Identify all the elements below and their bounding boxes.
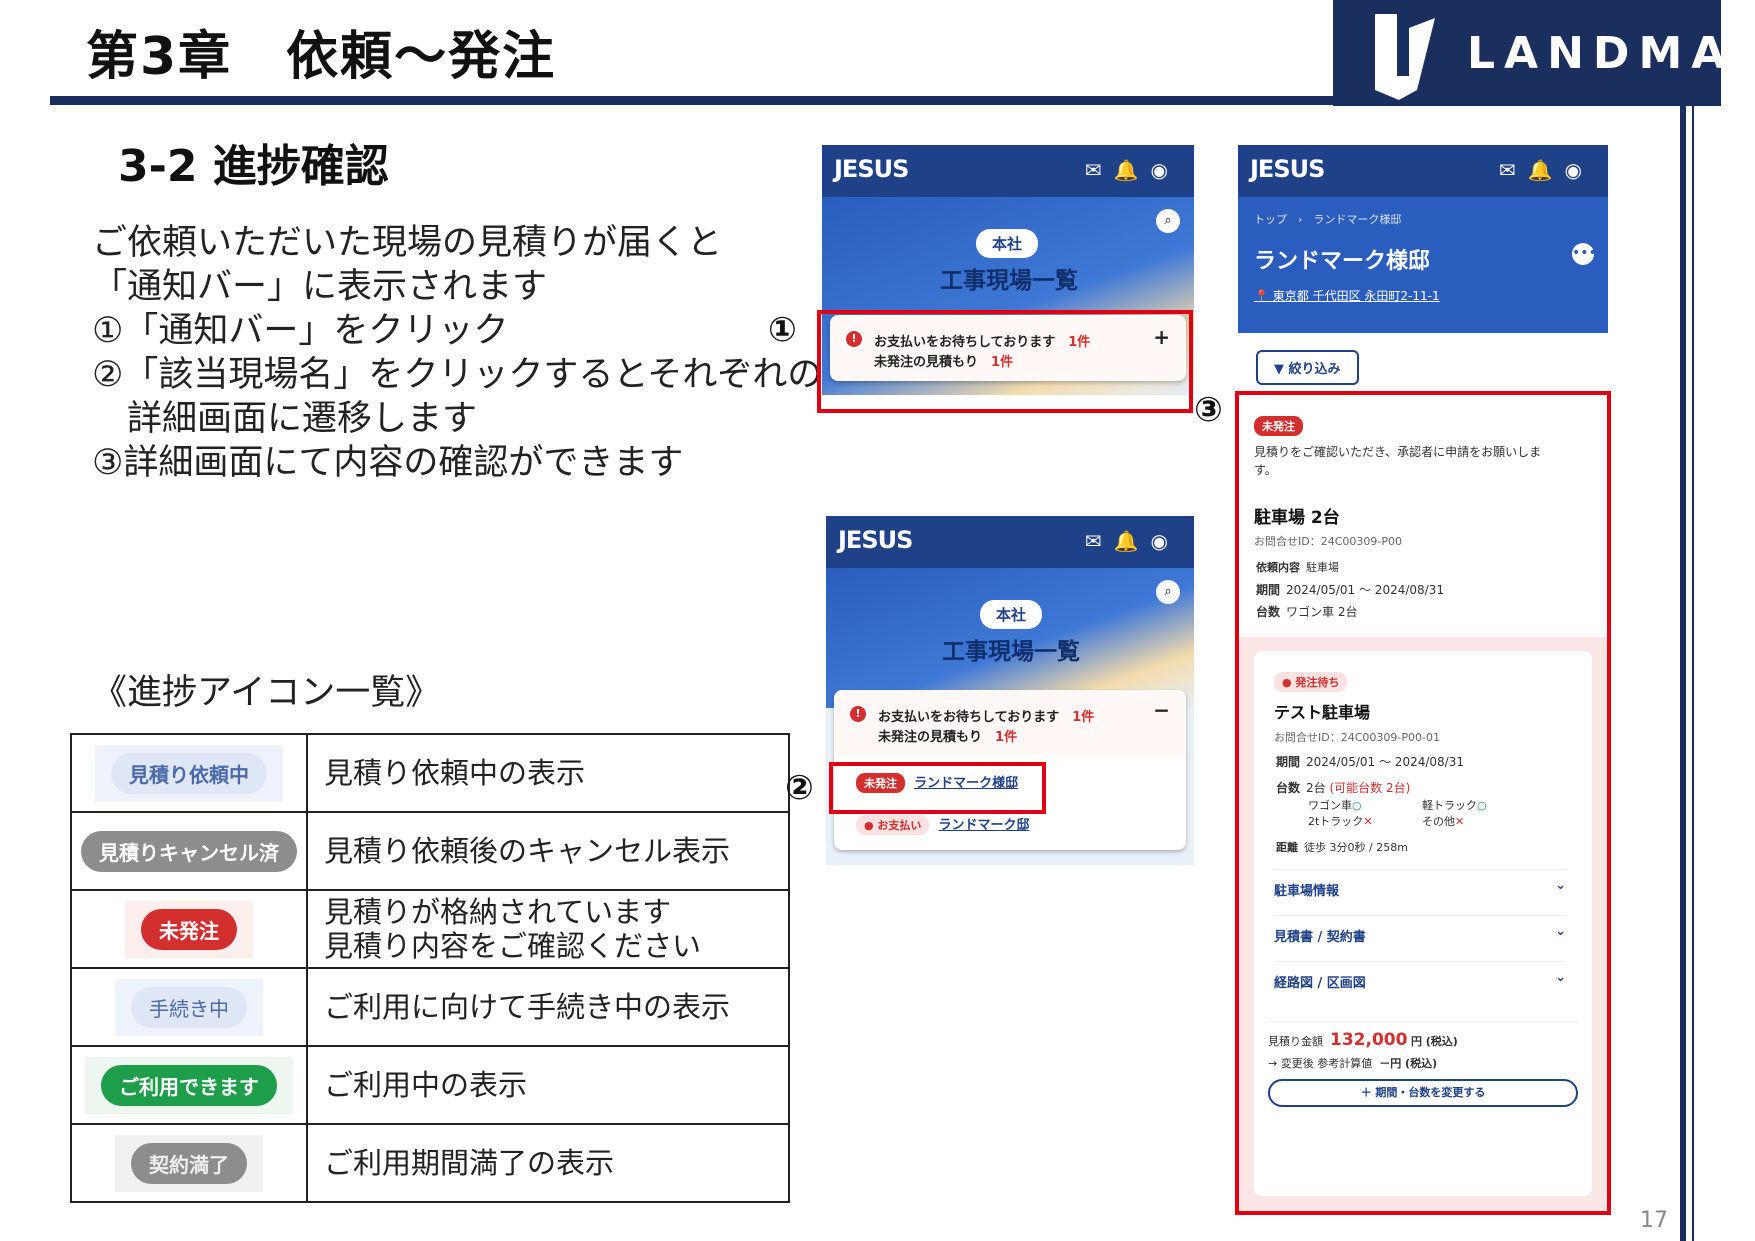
progress-icon-table: 見積り依頼中 見積り依頼中の表示 見積りキャンセル済 見積り依頼後のキャンセル表…	[70, 733, 790, 1203]
landmark-logo: LANDMARK	[1333, 0, 1755, 106]
desc-cell: 見積り依頼中の表示	[306, 733, 790, 813]
detail-header: トップ › ランドマーク様邸 ランドマーク様邸 ••• 📍 東京都 千代田区 永…	[1238, 197, 1608, 333]
status-badge: ご利用できます	[101, 1064, 277, 1106]
table-row: 契約満了 ご利用期間満了の表示	[70, 1123, 790, 1203]
bell-icon[interactable]: 🔔	[1528, 158, 1565, 182]
status-badge: 見積りキャンセル済	[81, 830, 297, 872]
status-badge: ● お支払い	[856, 815, 930, 835]
table-row: ご利用できます ご利用中の表示	[70, 1045, 790, 1125]
mail-icon[interactable]: ✉	[1085, 158, 1114, 182]
step-label-3: ③	[1194, 390, 1223, 430]
icon-cell: 見積りキャンセル済	[70, 811, 308, 891]
app-logo: JESUS	[1250, 155, 1325, 183]
table-row: 手続き中 ご利用に向けて手続き中の表示	[70, 967, 790, 1047]
table-row: 見積り依頼中 見積り依頼中の表示	[70, 733, 790, 813]
more-icon[interactable]: •••	[1572, 243, 1597, 265]
icon-cell: 見積り依頼中	[70, 733, 308, 813]
alert-icon: !	[850, 706, 866, 722]
address-link[interactable]: 📍 東京都 千代田区 永田町2-11-1	[1254, 287, 1440, 304]
highlight-step-1	[817, 310, 1193, 413]
breadcrumb: トップ › ランドマーク様邸	[1254, 213, 1402, 226]
app-bar-icons: ✉🔔◉	[1085, 529, 1180, 553]
app-bar: JESUS ✉🔔◉	[822, 145, 1194, 197]
desc-cell: 見積り依頼後のキャンセル表示	[306, 811, 790, 891]
desc-cell: ご利用中の表示	[306, 1045, 790, 1125]
notif-line-1: お支払いをお待ちしております 1件	[878, 710, 1095, 725]
desc-cell: ご利用期間満了の表示	[306, 1123, 790, 1203]
filter-button[interactable]: ▼ 絞り込み	[1256, 350, 1359, 385]
notif-line-2: 未発注の見積もり 1件	[878, 730, 1018, 745]
app-bar-icons: ✉🔔◉	[1085, 158, 1180, 182]
site-title: ランドマーク様邸	[1254, 249, 1431, 274]
logo-text: LANDMARK	[1467, 28, 1755, 79]
status-badge: 手続き中	[131, 986, 247, 1028]
highlight-step-2	[829, 762, 1046, 814]
app-bar-icons: ✉🔔◉	[1499, 158, 1594, 182]
breadcrumb-top[interactable]: トップ	[1254, 213, 1287, 226]
app-logo: JESUS	[838, 526, 913, 554]
icon-cell: 手続き中	[70, 967, 308, 1047]
page-title: 工事現場一覧	[940, 268, 1078, 294]
account-icon[interactable]: ◉	[1151, 158, 1180, 182]
step-label-1: ①	[768, 310, 797, 350]
search-icon[interactable]: ⌕	[1156, 580, 1180, 604]
hero: ⌕ 本社 工事現場一覧	[826, 568, 1194, 708]
desc-line: 見積り内容をご確認ください	[324, 929, 702, 963]
status-badge: 見積り依頼中	[111, 752, 267, 794]
search-icon[interactable]: ⌕	[1156, 209, 1180, 233]
body-line-6: ③詳細画面にて内容の確認ができます	[92, 443, 684, 483]
step-label-2: ②	[785, 768, 814, 808]
desc-line: 見積りが格納されています	[324, 895, 672, 929]
table-row: 見積りキャンセル済 見積り依頼後のキャンセル表示	[70, 811, 790, 891]
right-rule-thin	[1692, 106, 1694, 1241]
hq-badge: 本社	[976, 229, 1039, 258]
status-badge: 未発注	[141, 908, 237, 950]
account-icon[interactable]: ◉	[1151, 529, 1180, 553]
page-title: 工事現場一覧	[942, 639, 1080, 665]
desc-cell: 見積りが格納されています 見積り内容をご確認ください	[306, 889, 790, 969]
bell-icon[interactable]: 🔔	[1114, 529, 1151, 553]
bell-icon[interactable]: 🔔	[1114, 158, 1151, 182]
app-bar: JESUS ✉🔔◉	[826, 516, 1194, 568]
mail-icon[interactable]: ✉	[1085, 529, 1114, 553]
header-rule	[50, 96, 1333, 105]
status-badge: 契約満了	[131, 1142, 247, 1184]
right-rule	[1680, 106, 1686, 1241]
page-number: 17	[1640, 1208, 1668, 1233]
table-row: 未発注 見積りが格納されています 見積り内容をご確認ください	[70, 889, 790, 969]
collapse-icon[interactable]: −	[1153, 698, 1170, 722]
hq-badge: 本社	[980, 600, 1043, 629]
highlight-step-3	[1235, 391, 1611, 1215]
icon-list-title: 《進捗アイコン一覧》	[92, 673, 441, 713]
mail-icon[interactable]: ✉	[1499, 158, 1528, 182]
desc-cell: ご利用に向けて手続き中の表示	[306, 967, 790, 1047]
landmark-logo-icon	[1375, 14, 1435, 100]
section-title: 3-2 進捗確認	[118, 141, 389, 192]
app-logo: JESUS	[834, 155, 909, 183]
icon-cell: 契約満了	[70, 1123, 308, 1203]
icon-cell: ご利用できます	[70, 1045, 308, 1125]
chapter-title: 第3章 依頼〜発注	[86, 27, 557, 87]
notif-item-payment[interactable]: ● お支払い ランドマーク邸	[856, 814, 1030, 835]
site-link[interactable]: ランドマーク邸	[939, 818, 1030, 833]
icon-cell: 未発注	[70, 889, 308, 969]
app-bar: JESUS ✉🔔◉	[1238, 145, 1608, 197]
account-icon[interactable]: ◉	[1565, 158, 1594, 182]
